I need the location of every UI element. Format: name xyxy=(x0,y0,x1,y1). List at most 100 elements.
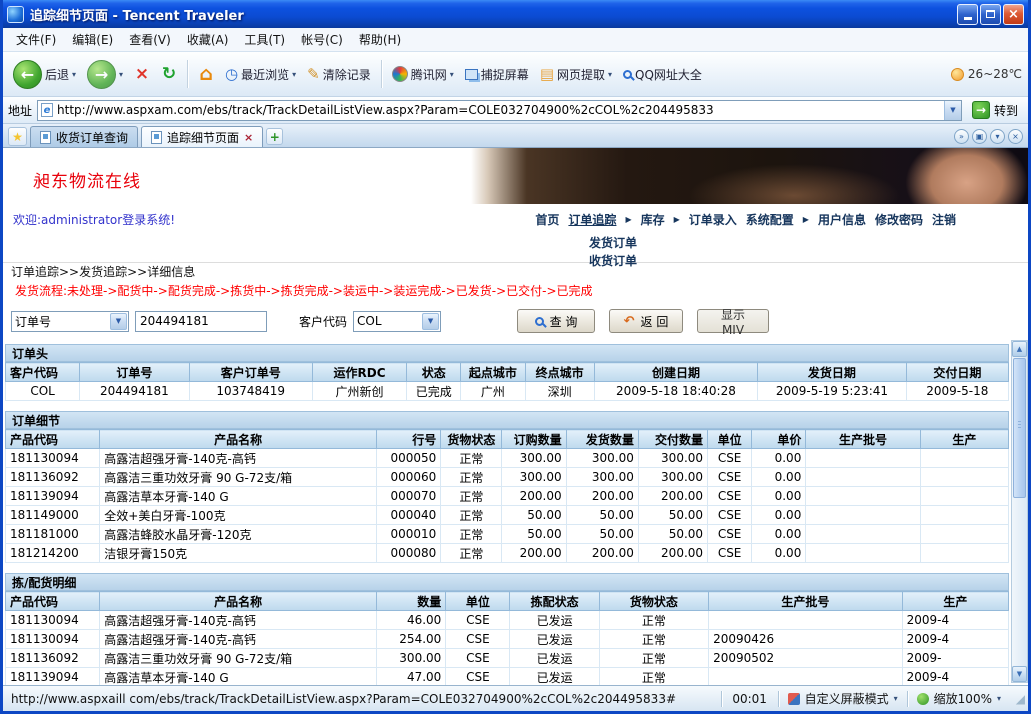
subnav-receiving-orders[interactable]: 收货订单 xyxy=(581,252,645,269)
tab-tracking-detail[interactable]: 追踪细节页面 × xyxy=(141,126,263,147)
show-miv-label: 显示 MIV xyxy=(710,306,756,337)
nav-order-tracking[interactable]: 订单追踪 xyxy=(568,211,616,228)
zoom-control[interactable]: 缩放100% ▾ xyxy=(908,690,1010,707)
tab-list-button[interactable]: » xyxy=(954,129,969,144)
extract-page-button[interactable]: ▤ 网页提取 ▾ xyxy=(536,63,616,85)
tab-bar: ★ 收货订单查询 追踪细节页面 × + » ▣ ▾ × xyxy=(3,124,1028,148)
tencent-dropdown-icon[interactable]: ▾ xyxy=(450,70,454,79)
menu-favorites[interactable]: 收藏(A) xyxy=(180,29,236,50)
subnav-shipping-orders[interactable]: 发货订单 xyxy=(581,234,645,251)
scrollbar-thumb[interactable] xyxy=(1013,358,1026,498)
go-button[interactable]: → 转到 xyxy=(967,101,1023,119)
table-cell: 高露洁超强牙膏-140克-高钙 xyxy=(100,611,377,630)
table-cell xyxy=(920,506,1008,525)
nav-change-password[interactable]: 修改密码 xyxy=(875,211,923,228)
refresh-button[interactable]: ↻ xyxy=(157,62,181,86)
close-button[interactable]: × xyxy=(1003,4,1024,25)
recent-dropdown-icon[interactable]: ▾ xyxy=(292,70,296,79)
back-dropdown-icon[interactable]: ▾ xyxy=(72,70,76,79)
menu-edit[interactable]: 编辑(E) xyxy=(65,29,120,50)
table-cell: 46.00 xyxy=(377,611,446,630)
order-number-input[interactable] xyxy=(135,311,267,332)
block-mode-control[interactable]: 自定义屏蔽模式 ▾ xyxy=(779,690,907,707)
scroll-up-button[interactable]: ▲ xyxy=(1012,341,1027,357)
forward-dropdown-icon[interactable]: ▾ xyxy=(119,70,123,79)
tile-windows-button[interactable]: ▣ xyxy=(972,129,987,144)
section-pick-detail: 拣/配货明细 xyxy=(5,573,1009,591)
nav-inventory[interactable]: 库存 xyxy=(641,211,665,228)
section-order-header: 订单头 xyxy=(5,344,1009,362)
table-cell: 正常 xyxy=(441,468,502,487)
show-miv-button[interactable]: 显示 MIV xyxy=(697,309,769,333)
customer-code-select[interactable]: COL ▼ xyxy=(353,311,441,332)
table-cell: CSE xyxy=(708,525,752,544)
home-button[interactable]: ⌂ xyxy=(194,62,218,86)
return-button-label: 返 回 xyxy=(641,313,669,330)
menu-view[interactable]: 查看(V) xyxy=(122,29,178,50)
minimize-button[interactable] xyxy=(957,4,978,25)
table-row: 181130094高露洁超强牙膏-140克-高钙000050正常300.0030… xyxy=(6,449,1009,468)
tab-receiving-order-query[interactable]: 收货订单查询 xyxy=(30,126,138,147)
order-type-select[interactable]: 订单号 ▼ xyxy=(11,311,129,332)
close-tab-button[interactable]: × xyxy=(1008,129,1023,144)
zoom-dropdown-icon[interactable]: ▾ xyxy=(997,694,1001,703)
table-cell: 181130094 xyxy=(6,630,100,649)
menu-help[interactable]: 帮助(H) xyxy=(352,29,408,50)
select-arrow-icon[interactable]: ▼ xyxy=(422,313,439,330)
resize-grip[interactable]: ◢ xyxy=(1010,692,1028,706)
status-time: 00:01 xyxy=(722,692,778,706)
address-input[interactable]: e http://www.aspxam.com/ebs/track/TrackD… xyxy=(37,100,962,121)
column-header: 发货数量 xyxy=(566,430,638,449)
browser-window: 追踪细节页面 - Tencent Traveler × 文件(F) 编辑(E) … xyxy=(0,0,1031,714)
site-banner: 昶东物流在线 xyxy=(3,148,1028,204)
table-cell xyxy=(806,468,920,487)
favorites-star-button[interactable]: ★ xyxy=(8,127,27,146)
column-header: 拣配状态 xyxy=(510,592,599,611)
section-order-detail: 订单细节 xyxy=(5,411,1009,429)
weather-widget[interactable]: 26~28℃ xyxy=(951,67,1022,81)
forward-button[interactable]: → ▾ xyxy=(83,58,127,91)
new-tab-button[interactable]: + xyxy=(266,128,283,145)
nav-system-config[interactable]: 系统配置 xyxy=(746,211,794,228)
table-cell: 000060 xyxy=(377,468,441,487)
tencent-site-button[interactable]: 腾讯网 ▾ xyxy=(388,64,458,85)
menu-tools[interactable]: 工具(T) xyxy=(237,29,292,50)
maximize-button[interactable] xyxy=(980,4,1001,25)
nav-user-info[interactable]: 用户信息 xyxy=(818,211,866,228)
menu-account[interactable]: 帐号(C) xyxy=(294,29,350,50)
back-button[interactable]: ← 后退 ▾ xyxy=(9,58,80,91)
table-cell: 正常 xyxy=(599,611,708,630)
clear-history-icon: ✎ xyxy=(307,65,320,83)
table-cell: 高露洁草本牙膏-140 G xyxy=(100,668,377,686)
search-button[interactable]: 查 询 xyxy=(517,309,595,333)
table-cell: 000050 xyxy=(377,449,441,468)
extract-dropdown-icon[interactable]: ▾ xyxy=(608,70,612,79)
return-button[interactable]: ↶ 返 回 xyxy=(609,309,683,333)
table-cell: 已发运 xyxy=(510,649,599,668)
tab-close-icon[interactable]: × xyxy=(244,131,253,144)
qq-sites-button[interactable]: QQ网址大全 xyxy=(619,64,706,85)
address-dropdown-button[interactable]: ▼ xyxy=(944,101,961,120)
table-cell: 正常 xyxy=(599,649,708,668)
select-arrow-icon[interactable]: ▼ xyxy=(110,313,127,330)
nav-home[interactable]: 首页 xyxy=(535,211,559,228)
address-url-text[interactable]: http://www.aspxam.com/ebs/track/TrackDet… xyxy=(57,103,940,117)
nav-logout[interactable]: 注销 xyxy=(932,211,956,228)
block-mode-dropdown-icon[interactable]: ▾ xyxy=(894,694,898,703)
table-cell: 正常 xyxy=(441,525,502,544)
scroll-down-button[interactable]: ▼ xyxy=(1012,666,1027,682)
column-header: 订购数量 xyxy=(502,430,566,449)
clear-history-button[interactable]: ✎ 清除记录 xyxy=(303,63,375,85)
zoom-icon xyxy=(917,693,929,705)
table-cell: 50.00 xyxy=(638,525,707,544)
table-cell: 广州新创 xyxy=(312,382,406,401)
recent-history-button[interactable]: ◷ 最近浏览 ▾ xyxy=(221,63,300,85)
column-header: 货物状态 xyxy=(441,430,502,449)
vertical-scrollbar[interactable]: ▲ ▼ xyxy=(1011,340,1028,683)
capture-screen-button[interactable]: 捕捉屏幕 xyxy=(461,64,533,85)
nav-order-entry[interactable]: 订单录入 xyxy=(689,211,737,228)
menu-file[interactable]: 文件(F) xyxy=(9,29,63,50)
prev-tab-button[interactable]: ▾ xyxy=(990,129,1005,144)
stop-button[interactable]: × xyxy=(130,62,154,86)
table-cell: 50.00 xyxy=(638,506,707,525)
